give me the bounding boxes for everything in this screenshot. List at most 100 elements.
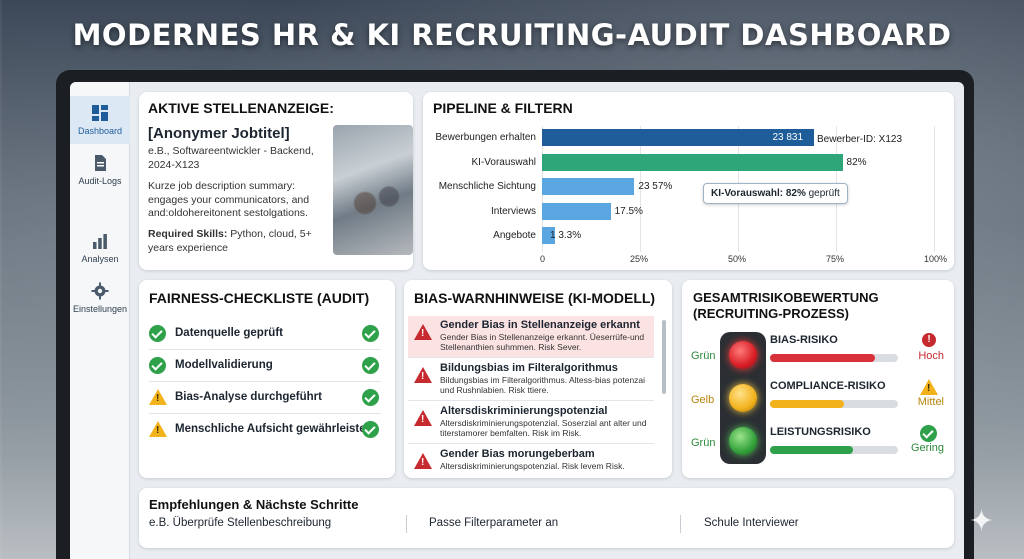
chart-bar[interactable] bbox=[542, 153, 843, 171]
bias-warning-title: Gender Bias morungeberbam bbox=[440, 448, 595, 460]
x-tick-label: 0 bbox=[540, 254, 546, 264]
job-summary: Kurze job description summary: engages y… bbox=[148, 180, 310, 220]
sparkle-icon: ✦ bbox=[968, 505, 994, 538]
job-skills: Required Skills: Python, cloud, 5+ years… bbox=[148, 228, 324, 255]
divider bbox=[680, 515, 681, 533]
check-circle-icon bbox=[149, 325, 166, 342]
warning-icon bbox=[414, 410, 432, 426]
pipeline-chart: 0 25% 50% 75% 100% Bewerbungen erhalten 23 831… bbox=[423, 92, 954, 270]
bar-chart-icon bbox=[93, 234, 107, 249]
warning-icon bbox=[149, 421, 167, 437]
checklist-row: Menschliche Aufsicht gewährleistet bbox=[149, 414, 381, 446]
job-title: [Anonymer Jobtitel] bbox=[148, 125, 290, 142]
sidebar-item-label: Audit-Logs bbox=[78, 176, 122, 186]
chart-value-label: 23 831 bbox=[772, 132, 804, 143]
fairness-checklist-card: FAIRNESS-CHECKLISTE (AUDIT) Datenquelle … bbox=[139, 280, 395, 478]
risk-progress-bar bbox=[770, 354, 898, 362]
sidebar-item-label: Einstellungen bbox=[72, 304, 128, 314]
pipeline-tooltip: KI-Vorauswahl: 82% geprüft bbox=[703, 183, 848, 204]
bias-warning-title: Gender Bias in Stellenanzeige erkannt bbox=[440, 319, 640, 331]
dashboard-icon bbox=[92, 105, 108, 121]
gear-icon bbox=[91, 282, 109, 300]
risk-level-label: Hoch bbox=[918, 350, 944, 362]
divider bbox=[406, 515, 407, 533]
sidebar-item-dashboard[interactable]: Dashboard bbox=[70, 96, 130, 144]
sidebar-item-label: Analysen bbox=[81, 254, 119, 264]
risk-label: LEISTUNGSRISIKO bbox=[770, 426, 871, 438]
yellow-lamp bbox=[729, 384, 757, 412]
check-circle-icon bbox=[149, 357, 166, 374]
pipeline-card: PIPELINE & FILTERN 0 25% 50% 75% 100% Bewerbu… bbox=[423, 92, 954, 270]
recommendation-item[interactable]: Schule Interviewer bbox=[704, 517, 799, 529]
recommendations-heading: Empfehlungen & Nächste Schritte bbox=[149, 497, 359, 512]
tooltip-value: 82% bbox=[785, 188, 806, 199]
x-tick-label: 50% bbox=[728, 254, 747, 264]
risk-level-label: Gering bbox=[910, 442, 944, 454]
warning-icon bbox=[414, 453, 432, 469]
bias-warning-item[interactable]: Gender Bias in Stellenanzeige erkanntGen… bbox=[408, 316, 654, 358]
checklist-label: Bias-Analyse durchgeführt bbox=[175, 391, 322, 403]
job-photo bbox=[333, 125, 413, 255]
checklist-row: Datenquelle geprüft bbox=[149, 318, 381, 350]
bias-scrollbar[interactable] bbox=[662, 320, 666, 394]
light-label-1: Grün bbox=[691, 350, 716, 362]
tooltip-label: KI-Vorauswahl: bbox=[711, 188, 786, 199]
sidebar: Dashboard Audit-Logs Analysen Einstellun… bbox=[70, 82, 130, 559]
chart-category-label: Angebote bbox=[493, 230, 536, 241]
dashboard-screen: Dashboard Audit-Logs Analysen Einstellun… bbox=[70, 82, 964, 559]
sidebar-item-label: Dashboard bbox=[77, 126, 123, 136]
warning-icon bbox=[149, 389, 167, 405]
risk-progress-fill bbox=[770, 354, 875, 362]
chart-gridline bbox=[934, 126, 935, 252]
chart-bar[interactable] bbox=[542, 178, 635, 195]
recommendation-item[interactable]: Passe Filterparameter an bbox=[429, 517, 558, 529]
risk-progress-fill bbox=[770, 400, 845, 408]
warning-icon bbox=[414, 367, 432, 383]
light-label-2: Gelb bbox=[691, 394, 715, 406]
green-lamp bbox=[729, 427, 757, 455]
checklist-label: Menschliche Aufsicht gewährleistet bbox=[175, 423, 370, 435]
job-card-heading: AKTIVE STELLENANZEIGE: bbox=[148, 100, 334, 116]
risk-heading-line1: GESAMTRISIKOBEWERTUNG bbox=[693, 290, 879, 305]
chart-value-label: 17.5% bbox=[614, 205, 643, 217]
check-circle-icon bbox=[362, 357, 379, 374]
bias-warning-item[interactable]: AltersdiskriminierungspotenzialAltersdis… bbox=[408, 402, 654, 444]
risk-progress-fill bbox=[770, 446, 854, 454]
chart-value-label: 1 3.3% bbox=[550, 230, 582, 241]
chart-category-label: KI-Vorauswahl bbox=[471, 156, 536, 168]
chart-value-label: 82% bbox=[846, 156, 867, 168]
sidebar-item-einstellungen[interactable]: Einstellungen bbox=[70, 282, 130, 322]
document-icon bbox=[95, 155, 106, 171]
check-circle-icon bbox=[362, 325, 379, 342]
bias-warning-title: Altersdiskriminierungspotenzial bbox=[440, 405, 608, 417]
applicant-id-label: Bewerber-ID: X123 bbox=[817, 134, 903, 145]
warning-icon bbox=[414, 324, 432, 340]
check-circle-icon bbox=[362, 421, 379, 438]
bias-warning-item[interactable]: Gender Bias morungeberbamAltersdiskrimin… bbox=[408, 445, 654, 478]
check-circle-icon bbox=[920, 425, 937, 442]
chart-value-label: 23 57% bbox=[638, 181, 673, 192]
sidebar-item-analysen[interactable]: Analysen bbox=[70, 232, 130, 272]
sidebar-item-audit-logs[interactable]: Audit-Logs bbox=[70, 154, 130, 194]
job-subtitle: e.B., Softwareentwickler - Backend, 2024… bbox=[148, 145, 314, 171]
warning-icon bbox=[920, 379, 938, 395]
risk-progress-bar bbox=[770, 400, 898, 408]
risk-progress-bar bbox=[770, 446, 898, 454]
checklist-label: Datenquelle geprüft bbox=[175, 327, 283, 339]
alert-circle-icon: ! bbox=[922, 333, 936, 347]
bias-warning-description: Gender Bias in Stellenanzeige erkannt. Ü… bbox=[440, 332, 645, 353]
tooltip-suffix: geprüft bbox=[805, 188, 840, 199]
x-tick-label: 75% bbox=[826, 254, 845, 264]
job-skills-label: Required Skills: bbox=[148, 228, 228, 240]
chart-category-label: Bewerbungen erhalten bbox=[435, 132, 536, 143]
x-tick-label: 100% bbox=[924, 254, 948, 264]
chart-category-label: Interviews bbox=[490, 205, 536, 217]
chart-bar[interactable] bbox=[542, 202, 611, 220]
recommendation-item[interactable]: e.B. Überprüfe Stellenbeschreibung bbox=[149, 517, 331, 529]
x-tick-label: 25% bbox=[630, 254, 649, 264]
active-job-card: AKTIVE STELLENANZEIGE: [Anonymer Jobtite… bbox=[139, 92, 413, 270]
risk-label: COMPLIANCE-RISIKO bbox=[770, 380, 886, 392]
bias-warning-item[interactable]: Bildungsbias im FilteralgorithmusBildung… bbox=[408, 359, 654, 401]
bias-warning-description: Altersdiskriminierungspotenzial. Risk le… bbox=[440, 461, 625, 471]
red-lamp bbox=[729, 341, 757, 369]
